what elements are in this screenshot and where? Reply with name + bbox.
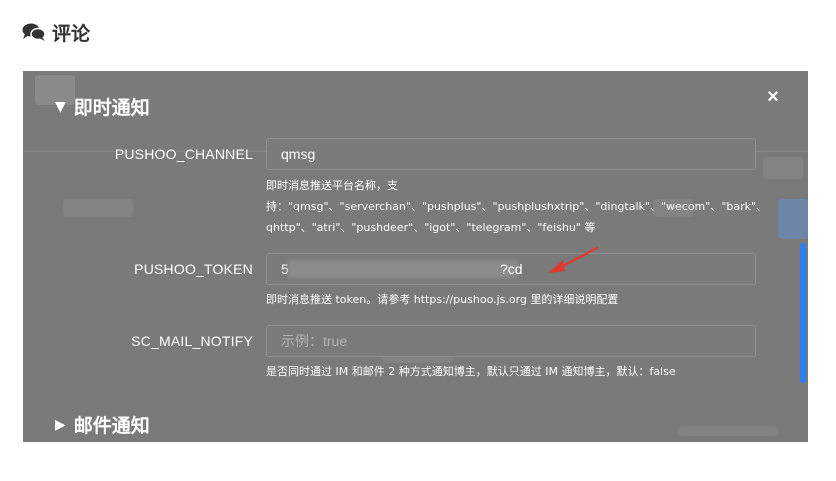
redacted-token: [288, 260, 518, 278]
comments-icon: [22, 22, 46, 42]
input-value-end: ?cd: [500, 261, 523, 277]
sc-mail-notify-help: 是否同时通过 IM 和邮件 2 种方式通知博主，默认只通过 IM 通知博主，默认…: [266, 365, 676, 378]
background-shadow: [778, 199, 808, 239]
pushoo-token-help: 即时消息推送 token。请参考 https://pushoo.js.org 里…: [266, 293, 619, 306]
caret-down-icon: ▼: [55, 98, 66, 115]
pushoo-channel-help: 即时消息推送平台名称，支 持："qmsg"、"serverchan"、"push…: [266, 175, 761, 238]
scrollbar-thumb[interactable]: [800, 243, 806, 383]
field-label-pushoo-token: PUSHOO_TOKEN: [134, 261, 253, 277]
close-icon[interactable]: ×: [763, 87, 783, 107]
background-shadow: [63, 199, 133, 217]
group-title-label: 邮件通知: [73, 415, 150, 437]
caret-right-icon: ▶: [55, 416, 66, 433]
help-text: qhttp"、"atri"、"pushdeer"、"igot"、"telegra…: [266, 221, 596, 234]
background-shadow: [763, 157, 803, 179]
settings-modal: ▼ 即时通知 × PUSHOO_CHANNEL qmsg 即时消息推送平台名称，…: [23, 71, 808, 442]
pushoo-channel-input[interactable]: qmsg: [266, 138, 756, 170]
group-toggle-instant-notify[interactable]: ▼ 即时通知: [55, 93, 150, 120]
field-label-sc-mail-notify: SC_MAIL_NOTIFY: [131, 333, 253, 349]
help-text: 即时消息推送平台名称，支: [266, 179, 398, 192]
field-label-pushoo-channel: PUSHOO_CHANNEL: [114, 146, 253, 162]
help-text: 持："qmsg"、"serverchan"、"pushplus"、"pushpl…: [266, 200, 761, 213]
background-shadow: [678, 426, 778, 436]
group-toggle-mail-notify[interactable]: ▶ 邮件通知: [55, 411, 150, 438]
input-placeholder: 示例：true: [281, 333, 348, 349]
sc-mail-notify-input[interactable]: 示例：true: [266, 325, 756, 357]
section-title: 评论: [52, 22, 91, 45]
group-title-label: 即时通知: [73, 97, 150, 119]
annotation-arrow-icon: [548, 246, 599, 273]
input-value: qmsg: [281, 146, 316, 162]
comments-section-header: 评论: [22, 18, 90, 46]
